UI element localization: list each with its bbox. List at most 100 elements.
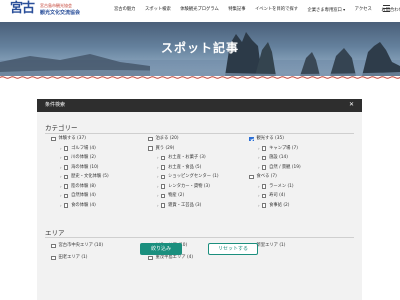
checkbox[interactable] xyxy=(160,165,166,170)
chevron-right-icon: › xyxy=(157,174,159,179)
checkbox[interactable] xyxy=(261,193,267,199)
area-label: 重茂半島エリア (4) xyxy=(155,255,194,260)
category-option[interactable]: › 海の体験 (10) xyxy=(60,165,98,171)
checkbox[interactable] xyxy=(160,193,166,199)
category-option[interactable]: 買う (29) xyxy=(148,146,174,152)
checkbox[interactable] xyxy=(63,193,69,199)
chevron-right-icon: › xyxy=(60,193,62,198)
category-divider xyxy=(45,133,354,134)
checkbox[interactable] xyxy=(160,203,166,208)
area-option[interactable]: 田老エリア (1) xyxy=(51,255,87,261)
filter-submit-button[interactable]: 絞り込み xyxy=(140,243,182,255)
chevron-right-icon: › xyxy=(157,183,159,189)
category-label: 買う (29) xyxy=(155,145,175,151)
checkbox[interactable] xyxy=(148,255,153,261)
category-option[interactable]: › 川の体験 (2) xyxy=(60,155,96,161)
logo-subtitle-upper: 宮古島市観光協会 xyxy=(40,3,72,8)
filter-panel-header[interactable]: 条件検索 ✕ xyxy=(37,99,362,112)
checkbox[interactable] xyxy=(51,255,56,261)
checkbox[interactable] xyxy=(51,243,56,249)
checkbox[interactable] xyxy=(261,146,267,151)
chevron-right-icon: › xyxy=(60,155,62,160)
chevron-right-icon: › xyxy=(258,183,260,189)
category-option[interactable]: › お土産・食品 (5) xyxy=(157,165,201,171)
checkbox[interactable] xyxy=(63,174,69,180)
checkbox[interactable] xyxy=(63,203,69,208)
checkbox[interactable] xyxy=(261,203,267,208)
category-option[interactable]: › レンタカー・貸物 (3) xyxy=(157,184,210,190)
checkbox[interactable] xyxy=(160,184,166,189)
category-option[interactable]: › お土産・お菓子 (3) xyxy=(157,155,206,161)
category-option[interactable]: 泊まる (20) xyxy=(148,136,179,142)
category-option[interactable]: › 陸の体験 (8) xyxy=(60,184,96,190)
filter-panel: 条件検索 ✕ xyxy=(37,99,362,300)
checkbox[interactable] xyxy=(148,146,153,151)
category-option[interactable]: 体験する (37) xyxy=(51,136,86,142)
checkbox[interactable] xyxy=(63,146,69,151)
checkbox[interactable] xyxy=(160,174,166,180)
category-option[interactable]: › 食の体験 (4) xyxy=(60,203,96,209)
checkbox[interactable] xyxy=(63,165,69,170)
nav-item[interactable]: イベントを目的で探す xyxy=(255,7,298,14)
category-label: ゴルフ場 (4) xyxy=(71,145,96,151)
page-title: スポット記事 xyxy=(160,41,239,55)
area-option[interactable]: 重茂半島エリア (4) xyxy=(148,255,193,261)
category-label: 食事処 (2) xyxy=(269,202,290,208)
area-label: 新里エリア (1) xyxy=(256,243,286,248)
chevron-right-icon: › xyxy=(258,145,260,151)
nav-item[interactable]: 体験観光プログラム xyxy=(180,7,219,14)
category-label: 食べる (7) xyxy=(256,174,277,179)
category-option[interactable]: 観光する (35) xyxy=(249,136,284,142)
category-option[interactable]: › 雑貨・工芸品 (3) xyxy=(157,203,201,209)
category-option[interactable]: › 物産 (2) xyxy=(157,193,184,199)
hero-banner: スポット記事 xyxy=(0,22,400,76)
category-option[interactable]: › ゴルフ場 (4) xyxy=(60,146,96,152)
category-label: ラーメン (1) xyxy=(269,183,294,189)
checkbox[interactable] xyxy=(148,136,153,142)
nav-item[interactable]: スポット検索 xyxy=(145,7,171,14)
chevron-right-icon: › xyxy=(60,174,62,179)
checkbox[interactable] xyxy=(160,155,166,161)
nav-item[interactable]: 企業さま専用窓口 xyxy=(307,7,345,14)
category-option[interactable]: › 自然 / 景観 (19) xyxy=(258,165,301,171)
area-label: 宮古市中央エリア (10) xyxy=(58,243,104,248)
site-logo[interactable]: 宮古 xyxy=(10,2,35,16)
checkbox[interactable] xyxy=(51,136,56,142)
hamburger-menu-icon[interactable] xyxy=(383,5,390,13)
category-option[interactable]: › キャンプ場 (7) xyxy=(258,146,298,152)
reset-button[interactable]: リセットする xyxy=(208,243,258,255)
category-option[interactable]: › 歴史・文化体験 (5) xyxy=(60,174,109,180)
checkbox[interactable] xyxy=(63,155,69,161)
category-option[interactable]: › 寿司 (4) xyxy=(258,193,285,199)
checkbox[interactable] xyxy=(249,136,254,142)
checkbox[interactable] xyxy=(249,174,254,180)
checkbox[interactable] xyxy=(63,184,69,189)
category-label: 自然 / 景観 (19) xyxy=(269,164,301,170)
category-option[interactable]: › 自然体験 (4) xyxy=(60,193,96,199)
category-option[interactable]: › ショッピングセンター (1) xyxy=(157,174,219,180)
nav-item[interactable]: 特集記事 xyxy=(228,7,245,14)
checkbox[interactable] xyxy=(261,155,267,161)
category-option[interactable]: › 施設 (14) xyxy=(258,155,288,161)
filter-panel-title: 条件検索 xyxy=(45,102,66,108)
main-nav: 宮古の魅力 スポット検索 体験観光プログラム 特集記事 イベントを目的で探す 企業さま専用… xyxy=(114,7,400,14)
wave-divider xyxy=(0,76,400,79)
category-label: 陸の体験 (8) xyxy=(71,183,96,189)
category-section-title: カテゴリー xyxy=(45,124,78,132)
close-icon[interactable]: ✕ xyxy=(349,101,354,109)
category-label: 観光する (35) xyxy=(256,136,284,141)
checkbox[interactable] xyxy=(261,165,267,170)
category-option[interactable]: › ラーメン (1) xyxy=(258,184,294,190)
area-option[interactable]: 宮古市中央エリア (10) xyxy=(51,243,103,249)
chevron-right-icon: › xyxy=(157,164,159,170)
category-label: 体験する (37) xyxy=(58,136,86,141)
nav-item[interactable]: アクセス xyxy=(355,7,372,14)
nav-item[interactable]: 宮古の魅力 xyxy=(114,7,135,14)
chevron-right-icon: › xyxy=(157,155,159,160)
area-section-title: エリア xyxy=(45,229,65,237)
checkbox[interactable] xyxy=(261,184,267,189)
category-label: 海の体験 (10) xyxy=(71,164,99,170)
category-option[interactable]: › 食事処 (2) xyxy=(258,203,289,209)
chevron-right-icon: › xyxy=(258,193,260,198)
category-option[interactable]: 食べる (7) xyxy=(249,174,277,180)
